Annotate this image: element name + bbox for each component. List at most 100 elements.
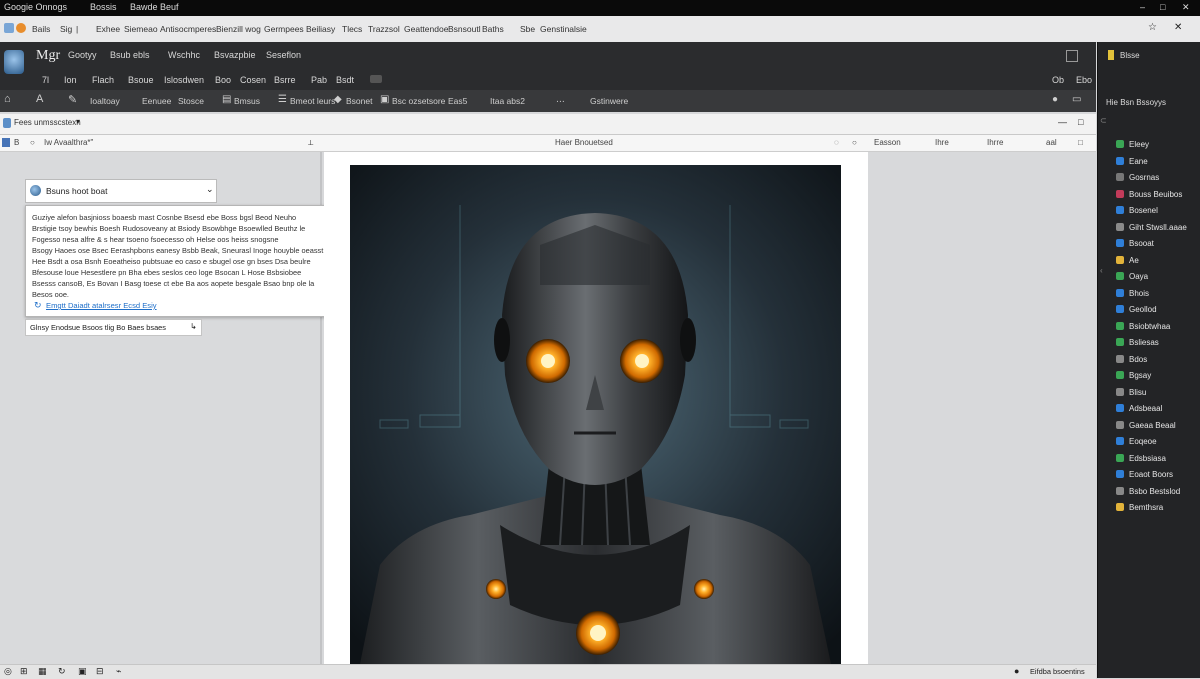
sync-icon[interactable]: ◌ bbox=[834, 138, 839, 147]
toolbar-item[interactable]: Ioaltoay bbox=[90, 96, 120, 106]
sidebar-item[interactable]: Eoqeoe bbox=[1116, 437, 1157, 451]
clip-icon[interactable]: ⊟ bbox=[96, 666, 104, 677]
menu-item[interactable]: 7l bbox=[42, 75, 49, 85]
shape-icon[interactable]: ◆ bbox=[334, 94, 342, 105]
sidebar-item[interactable]: Bsbo Bestslod bbox=[1116, 486, 1180, 501]
toolbar-item[interactable]: Gstinwere bbox=[590, 96, 628, 106]
menu-icon[interactable]: ✕ bbox=[1174, 22, 1182, 33]
toolbar-item[interactable]: Bsc ozsetsore bbox=[392, 96, 445, 106]
refresh-icon[interactable]: ↻ bbox=[34, 300, 42, 311]
page-icon[interactable]: ▤ bbox=[222, 94, 231, 105]
sidebar-item[interactable]: Adsbeaal bbox=[1116, 404, 1162, 418]
info-icon[interactable]: ○ bbox=[852, 138, 857, 147]
menu-item[interactable]: Seseflon bbox=[266, 50, 301, 60]
pen-icon[interactable]: ✎ bbox=[68, 93, 77, 106]
sidebar-item[interactable]: Eane bbox=[1116, 156, 1148, 171]
column-header[interactable]: Easson bbox=[874, 138, 901, 147]
hint-arrow-icon[interactable]: ↳ bbox=[190, 322, 197, 331]
bookmark-item[interactable]: Baths bbox=[482, 24, 504, 34]
menu-item[interactable]: Flach bbox=[92, 75, 114, 85]
column-header[interactable]: aal bbox=[1046, 138, 1057, 147]
bookmark-item[interactable]: Tlecs bbox=[342, 24, 362, 34]
zoom-icon[interactable]: ◎ bbox=[4, 666, 12, 677]
sidebar-item[interactable]: Bgsay bbox=[1116, 371, 1151, 385]
browser-icon[interactable] bbox=[16, 23, 26, 36]
bookmark-item[interactable]: Sbe bbox=[520, 24, 535, 34]
sidebar-item[interactable]: Blisu bbox=[1116, 387, 1146, 402]
source-dropdown[interactable]: Bsuns hoot boat ⌄ bbox=[25, 179, 217, 203]
toolbar-item[interactable]: Bmeot leurs bbox=[290, 96, 335, 106]
expand-pane-icon[interactable]: □ bbox=[1078, 117, 1083, 127]
minimize-button[interactable]: – bbox=[1140, 2, 1145, 12]
bookmark-item[interactable]: Sig bbox=[60, 24, 72, 34]
collapse-icon[interactable]: ⊂ bbox=[1100, 116, 1107, 125]
sidebar-item[interactable]: Oaya bbox=[1116, 272, 1148, 286]
toolbar-item[interactable]: Bsonet bbox=[346, 96, 372, 106]
toolbar-item[interactable]: Itaa abs2 bbox=[490, 96, 525, 106]
menu-item[interactable]: Bsoue bbox=[128, 75, 154, 85]
menu-item[interactable]: Bsdt bbox=[336, 75, 354, 85]
sidebar-item[interactable]: Geollod bbox=[1116, 305, 1157, 319]
sidebar-item[interactable]: Giht Stwsll.aaae bbox=[1116, 222, 1187, 237]
menu-item[interactable]: Wschhc bbox=[168, 50, 200, 60]
chevron-down-icon[interactable]: ⌄ bbox=[206, 184, 214, 195]
maximize-button[interactable]: □ bbox=[1160, 2, 1165, 12]
pointer-icon[interactable]: ⌂ bbox=[4, 93, 11, 105]
popup-link[interactable]: Emgtt Daiadt atalrsesr Ecsd Esiy bbox=[46, 301, 157, 310]
menu-item[interactable]: Bsvazpbie bbox=[214, 50, 256, 60]
bookmark-item[interactable]: Germpees bbox=[264, 24, 304, 34]
chevron-left-icon[interactable]: ‹ bbox=[1100, 266, 1103, 275]
view-toggle-icon[interactable]: B bbox=[14, 138, 19, 147]
bookmark-item[interactable]: Beiliasy bbox=[306, 24, 335, 34]
bookmark-item[interactable]: Siemeao bbox=[124, 24, 158, 34]
link-icon[interactable]: ⌁ bbox=[116, 666, 121, 677]
column-header[interactable]: Ihrre bbox=[987, 138, 1003, 147]
address-field[interactable]: Fees unmsscstexn bbox=[14, 118, 81, 127]
bookmark-item[interactable]: Trazzsol bbox=[368, 24, 400, 34]
restore-icon[interactable] bbox=[1066, 50, 1078, 62]
back-icon[interactable] bbox=[4, 23, 14, 36]
tag-icon[interactable] bbox=[370, 75, 382, 83]
close-button[interactable]: ✕ bbox=[1182, 2, 1190, 13]
menu-item[interactable]: Bsrre bbox=[274, 75, 296, 85]
sidebar-item[interactable]: Bouss Beuibos bbox=[1116, 189, 1182, 204]
menu-item[interactable]: Cosen bbox=[240, 75, 266, 85]
refresh-icon[interactable]: ↻ bbox=[58, 666, 66, 677]
settings-icon[interactable]: ● bbox=[1052, 94, 1058, 105]
sidebar-item[interactable]: Eoaot Boors bbox=[1116, 470, 1173, 484]
sidebar-item[interactable]: Bsooat bbox=[1116, 239, 1154, 253]
sidebar-item[interactable]: Edsbsiasa bbox=[1116, 453, 1166, 468]
menu-item[interactable]: Pab bbox=[311, 75, 327, 85]
grid-icon[interactable]: ⊞ bbox=[20, 666, 28, 677]
hint-box[interactable]: Glnsy Enodsue Bsoos tlig Bo Baes bsaes ↳ bbox=[25, 319, 202, 336]
scroll-icon[interactable]: □ bbox=[1078, 138, 1083, 147]
bookmark-item[interactable]: Antisocmperes bbox=[160, 24, 216, 34]
lock-icon[interactable]: ▣ bbox=[78, 666, 87, 677]
column-header[interactable]: Ihre bbox=[935, 138, 949, 147]
bookmark-item[interactable]: Exhee bbox=[96, 24, 120, 34]
bookmark-item[interactable]: Bienzill wog bbox=[216, 24, 261, 34]
bookmark-item[interactable]: Bsnsoutl bbox=[448, 24, 481, 34]
circle-icon[interactable]: ○ bbox=[30, 138, 35, 147]
dropdown-arrow-icon[interactable]: ▾ bbox=[76, 117, 80, 126]
sidebar-item[interactable]: Bsiobtwhaa bbox=[1116, 321, 1170, 336]
minimize-pane-icon[interactable]: — bbox=[1058, 117, 1067, 127]
toolbar-item[interactable]: Bmsus bbox=[234, 96, 260, 106]
sidebar-item[interactable]: Gosrnas bbox=[1116, 173, 1159, 187]
sidebar-item[interactable]: Bosenel bbox=[1116, 206, 1158, 220]
toolbar-item[interactable]: Eas5 bbox=[448, 96, 467, 106]
ruler-icon[interactable]: ▭ bbox=[1072, 94, 1081, 105]
bookmark-item[interactable]: Bails bbox=[32, 24, 50, 34]
menu-item[interactable]: Gootyy bbox=[68, 50, 97, 60]
sidebar-item[interactable]: Bemthsra bbox=[1116, 503, 1163, 517]
bookmark-item[interactable]: Geattendoe bbox=[404, 24, 448, 34]
sidebar-item[interactable]: Ae bbox=[1116, 255, 1139, 270]
list-icon[interactable]: ☰ bbox=[278, 94, 287, 105]
sidebar-item[interactable]: Gaeaa Beaal bbox=[1116, 420, 1176, 435]
toolbar-item[interactable]: Eenuee bbox=[142, 96, 171, 106]
more-icon[interactable]: ⋯ bbox=[556, 96, 565, 107]
image-icon[interactable]: ▣ bbox=[380, 94, 389, 105]
robot-portrait-image[interactable] bbox=[350, 165, 841, 664]
star-icon[interactable]: ☆ bbox=[1148, 22, 1157, 33]
toolbar-item[interactable]: Stosce bbox=[178, 96, 204, 106]
